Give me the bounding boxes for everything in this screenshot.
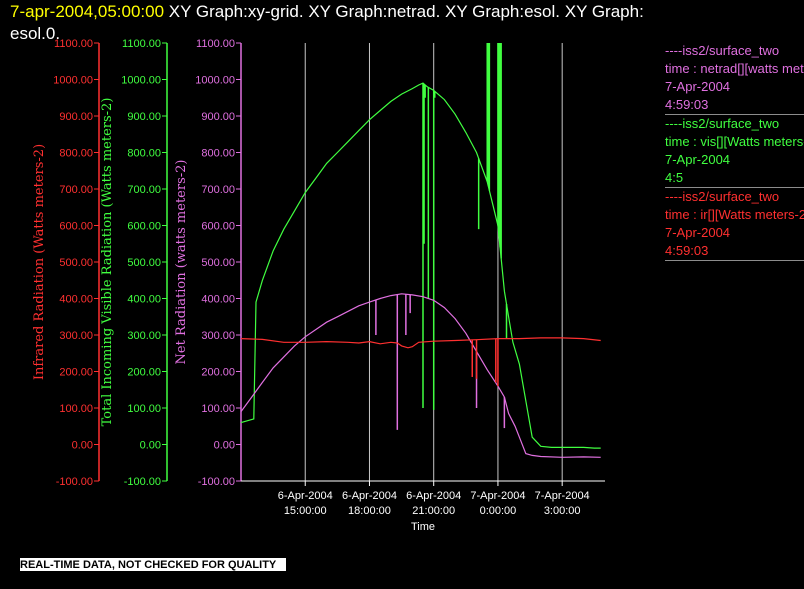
legend-time: 4:5 xyxy=(665,170,684,185)
y-tick-label: 400.00 xyxy=(201,294,235,306)
y-tick-label: 700.00 xyxy=(127,184,161,196)
legend-time: 4:59:03 xyxy=(665,97,709,112)
y-tick-label: 1000.00 xyxy=(53,75,93,87)
y-tick-label: 1000.00 xyxy=(121,75,161,87)
y-tick-label: 700.00 xyxy=(201,184,235,196)
x-tick-label-date: 7-Apr-2004 xyxy=(470,490,525,502)
legend-entry-net: ----iss2/surface_two time : netrad[][wat… xyxy=(665,42,804,115)
legend-entry-vis: ----iss2/surface_two time : vis[][Watts … xyxy=(665,115,804,188)
y-tick-label: 500.00 xyxy=(127,257,161,269)
y-axis-label: Net Radiation (watts meters-2) xyxy=(174,160,189,365)
y-tick-label: 100.00 xyxy=(59,403,93,415)
x-tick-label-date: 7-Apr-2004 xyxy=(535,490,590,502)
y-tick-label: 100.00 xyxy=(127,403,161,415)
series-line xyxy=(240,293,601,458)
y-tick-label: 100.00 xyxy=(201,403,235,415)
y-axis-label: Total Incoming Visible Radiation (Watts … xyxy=(100,98,115,427)
legend-variable: time : vis[][Watts meters-2] xyxy=(665,134,804,149)
legend-time: 4:59:03 xyxy=(665,243,709,258)
y-tick-label: 0.00 xyxy=(140,440,161,452)
y-tick-label: 900.00 xyxy=(127,111,161,123)
x-tick-label-time: 21:00:00 xyxy=(412,505,455,517)
x-axis-label: Time xyxy=(411,521,435,533)
x-tick-label-time: 0:00:00 xyxy=(480,505,517,517)
y-tick-label: 1100.00 xyxy=(54,38,93,50)
x-tick-label-time: 15:00:00 xyxy=(284,505,327,517)
y-tick-label: 0.00 xyxy=(72,440,93,452)
y-tick-label: 300.00 xyxy=(201,330,235,342)
y-tick-label: 800.00 xyxy=(59,148,93,160)
y-tick-label: 700.00 xyxy=(59,184,93,196)
y-tick-label: 200.00 xyxy=(127,367,161,379)
x-tick-label-time: 3:00:00 xyxy=(544,505,581,517)
y-tick-label: 600.00 xyxy=(59,221,93,233)
legend-source: ----iss2/surface_two xyxy=(665,189,780,204)
quality-disclaimer: REAL-TIME DATA, NOT CHECKED FOR QUALITY xyxy=(20,558,287,571)
y-tick-label: 300.00 xyxy=(59,330,93,342)
y-tick-label: -100.00 xyxy=(198,476,235,488)
y-tick-label: 400.00 xyxy=(59,294,93,306)
x-tick-label-date: 6-Apr-2004 xyxy=(278,490,333,502)
legend-variable: time : ir[][Watts meters-2] xyxy=(665,207,804,222)
y-tick-label: 400.00 xyxy=(127,294,161,306)
series-line xyxy=(240,337,601,349)
y-tick-label: 300.00 xyxy=(127,330,161,342)
y-tick-label: 200.00 xyxy=(59,367,93,379)
y-tick-label: 900.00 xyxy=(201,111,235,123)
x-tick-label-date: 6-Apr-2004 xyxy=(406,490,461,502)
y-tick-label: 600.00 xyxy=(201,221,235,233)
legend-date: 7-Apr-2004 xyxy=(665,152,731,167)
legend: ----iss2/surface_two time : netrad[][wat… xyxy=(665,42,804,261)
y-tick-label: 500.00 xyxy=(59,257,93,269)
legend-date: 7-Apr-2004 xyxy=(665,225,731,240)
y-tick-label: 1000.00 xyxy=(195,75,235,87)
series-line xyxy=(240,82,601,449)
x-tick-label-time: 18:00:00 xyxy=(348,505,391,517)
legend-source: ----iss2/surface_two xyxy=(665,43,780,58)
legend-source: ----iss2/surface_two xyxy=(665,116,780,131)
y-tick-label: 500.00 xyxy=(201,257,235,269)
y-axis-label: Infrared Radiation (Watts meters-2) xyxy=(32,144,47,380)
y-tick-label: 600.00 xyxy=(127,221,161,233)
y-tick-label: -100.00 xyxy=(56,476,93,488)
legend-variable: time : netrad[][watts meters-2] xyxy=(665,61,804,76)
y-tick-label: 1100.00 xyxy=(122,38,161,50)
y-tick-label: -100.00 xyxy=(124,476,161,488)
legend-entry-ir: ----iss2/surface_two time : ir[][Watts m… xyxy=(665,188,804,261)
y-tick-label: 800.00 xyxy=(201,148,235,160)
y-tick-label: 0.00 xyxy=(214,440,235,452)
y-tick-label: 200.00 xyxy=(201,367,235,379)
y-tick-label: 900.00 xyxy=(59,111,93,123)
y-tick-label: 1100.00 xyxy=(196,38,235,50)
legend-date: 7-Apr-2004 xyxy=(665,79,731,94)
y-tick-label: 800.00 xyxy=(127,148,161,160)
x-tick-label-date: 6-Apr-2004 xyxy=(342,490,397,502)
